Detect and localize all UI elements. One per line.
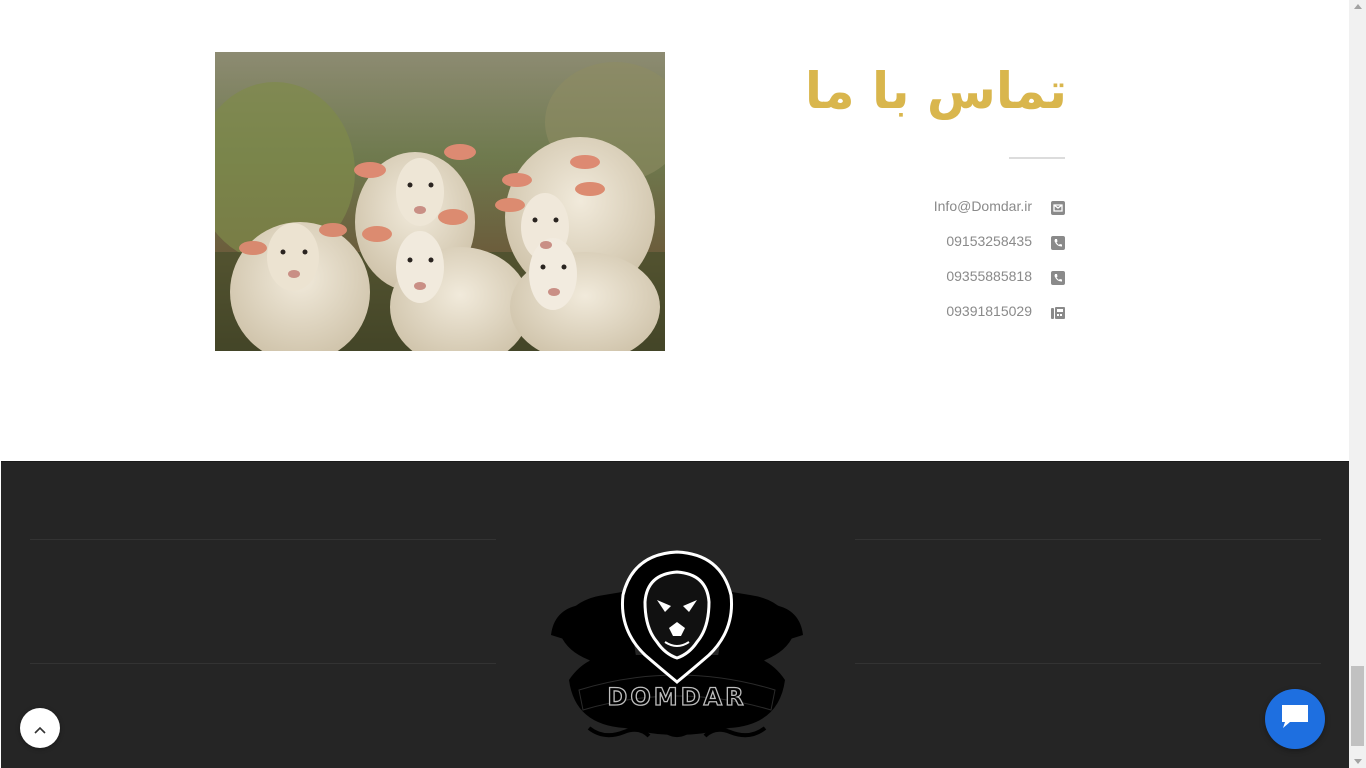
page-scrollbar[interactable]	[1349, 0, 1366, 768]
phone-icon	[1051, 270, 1065, 285]
contact-row-email: Info@Domdar.ir	[880, 192, 1066, 227]
footer-divider-left-bottom	[30, 663, 496, 664]
logo-text: DOMDAR	[607, 683, 746, 711]
chat-button[interactable]	[1265, 689, 1325, 749]
contact-row-fax: 09391815029	[880, 297, 1066, 332]
phone-number-1[interactable]: 09153258435	[946, 233, 1032, 249]
fax-icon	[1051, 305, 1065, 319]
footer-divider-left-top	[30, 539, 496, 540]
page: تماس با ما Info@Domdar.ir 09153258435 09…	[0, 0, 1349, 768]
chat-bubble-icon	[1280, 703, 1310, 735]
footer: DOMDAR	[1, 461, 1349, 768]
scroll-thumb[interactable]	[1351, 666, 1364, 746]
phone-number-2[interactable]: 09355885818	[946, 268, 1032, 284]
contact-row-phone-2: 09355885818	[880, 262, 1066, 297]
contact-row-phone-1: 09153258435	[880, 227, 1066, 262]
chevron-up-icon	[34, 719, 46, 738]
sheep-photo	[215, 52, 665, 351]
scroll-down-arrow-icon[interactable]	[1354, 759, 1362, 764]
phone-icon	[1051, 235, 1065, 250]
footer-divider-right-top	[855, 539, 1321, 540]
contact-title: تماس با ما	[804, 62, 1067, 120]
email-link[interactable]: Info@Domdar.ir	[934, 198, 1032, 214]
lion-crest-icon: DOMDAR	[549, 550, 805, 744]
back-to-top-button[interactable]	[20, 708, 60, 748]
envelope-icon	[1051, 200, 1065, 215]
contact-list: Info@Domdar.ir 09153258435 09355885818 0…	[880, 192, 1066, 332]
footer-divider-right-bottom	[855, 663, 1321, 664]
title-divider	[1009, 157, 1065, 159]
contact-section: تماس با ما Info@Domdar.ir 09153258435 09…	[0, 0, 1349, 461]
scroll-up-arrow-icon[interactable]	[1354, 4, 1362, 9]
fax-number[interactable]: 09391815029	[946, 303, 1032, 319]
